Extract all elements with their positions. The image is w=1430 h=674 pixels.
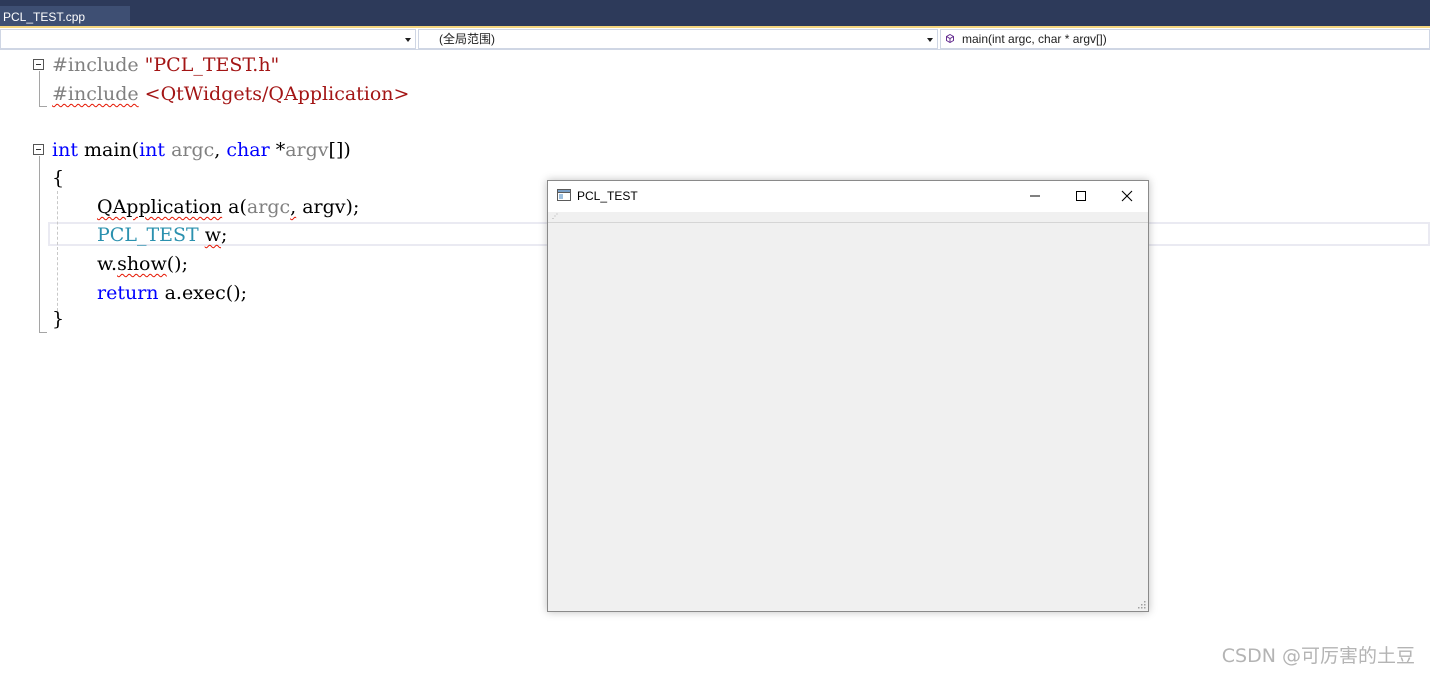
minimize-button[interactable] — [1012, 181, 1058, 211]
document-tab-strip: PCL_TEST.cpp — [0, 0, 1430, 28]
method-icon — [946, 34, 954, 43]
maximize-button[interactable] — [1058, 181, 1104, 211]
outline-guide — [39, 71, 40, 107]
code-line-7: PCL_TEST w; — [97, 224, 228, 246]
outline-guide-end — [39, 332, 47, 333]
close-button[interactable] — [1104, 181, 1150, 211]
scope-combo[interactable]: (全局范围) — [418, 29, 938, 49]
code-line-4: int main(int argc, char *argv[]) — [52, 139, 351, 161]
code-line-1: #include "PCL_TEST.h" — [52, 54, 280, 76]
central-widget — [548, 223, 1148, 601]
code-line-8: w.show(); — [97, 253, 188, 275]
window-menubar[interactable]: ⋰ — [548, 212, 1148, 223]
collapse-icon[interactable] — [33, 59, 44, 70]
collapse-icon[interactable] — [33, 144, 44, 155]
chevron-down-icon — [405, 38, 411, 42]
scope-combo-value: (全局范围) — [439, 32, 495, 46]
tab-label: PCL_TEST.cpp — [3, 10, 86, 24]
project-combo[interactable] — [0, 29, 416, 49]
app-window-icon — [557, 189, 571, 201]
code-line-6: QApplication a(argc, argv); — [97, 196, 360, 218]
minimize-icon — [1030, 195, 1040, 197]
code-line-2: #include <QtWidgets/QApplication> — [52, 83, 410, 105]
outline-guide — [39, 156, 40, 333]
code-line-10: } — [52, 308, 65, 330]
outline-guide-end — [39, 106, 47, 107]
chevron-down-icon — [927, 38, 933, 42]
navigation-bar: (全局范围) main(int argc, char * argv[]) — [0, 28, 1430, 50]
tab-pcl-test-cpp[interactable]: PCL_TEST.cpp — [0, 6, 130, 26]
code-line-5: { — [52, 167, 65, 189]
window-titlebar[interactable]: PCL_TEST — [548, 181, 1148, 212]
size-grip-icon[interactable] — [1136, 599, 1146, 609]
member-combo[interactable]: main(int argc, char * argv[]) — [940, 29, 1430, 49]
close-icon — [1121, 190, 1133, 202]
qt-app-window[interactable]: PCL_TEST ⋰ — [547, 180, 1149, 612]
maximize-icon — [1076, 191, 1086, 201]
toolbar-grip-icon: ⋰ — [552, 214, 558, 220]
watermark: CSDN @可厉害的土豆 — [1221, 645, 1415, 667]
indent-guide — [57, 191, 58, 311]
member-combo-value: main(int argc, char * argv[]) — [962, 32, 1107, 46]
window-title: PCL_TEST — [577, 189, 638, 203]
code-line-9: return a.exec(); — [97, 282, 248, 304]
